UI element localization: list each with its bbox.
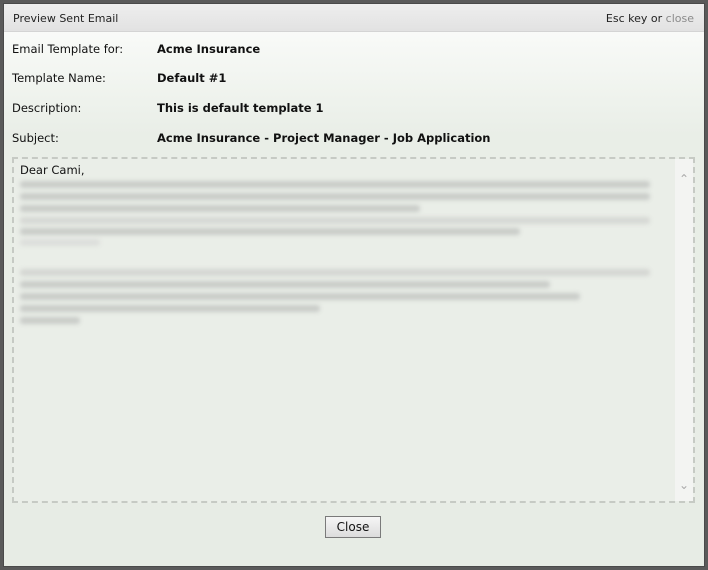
scroll-down-icon[interactable]: ⌄: [675, 477, 693, 493]
email-body-preview[interactable]: Dear Cami, ⌃ ⌄: [12, 157, 695, 503]
close-link[interactable]: close: [666, 12, 694, 25]
redacted-text-line: [20, 305, 320, 312]
redacted-text-line: [20, 217, 650, 224]
dialog-close-hint: Esc key or close: [606, 12, 694, 25]
redacted-text-line: [20, 293, 580, 300]
dialog-title: Preview Sent Email: [13, 12, 119, 25]
redacted-text-line: [20, 269, 650, 276]
field-row-template-name: Template Name: Default #1: [12, 71, 692, 87]
field-row-description: Description: This is default template 1: [12, 101, 692, 117]
body-scrollbar[interactable]: ⌃ ⌄: [675, 159, 693, 501]
template-for-value: Acme Insurance: [157, 42, 261, 56]
template-name-value: Default #1: [157, 71, 227, 85]
esc-hint-text: Esc key or: [605, 12, 666, 25]
redacted-text-line: [20, 193, 650, 200]
dialog-titlebar: Preview Sent Email Esc key or close: [4, 4, 704, 32]
preview-email-dialog: Preview Sent Email Esc key or close Emai…: [3, 3, 705, 567]
subject-label: Subject:: [12, 131, 59, 145]
template-for-label: Email Template for:: [12, 42, 124, 56]
redacted-text-line: [20, 281, 550, 288]
description-label: Description:: [12, 101, 82, 115]
redacted-text-line: [20, 239, 100, 246]
email-salutation: Dear Cami,: [20, 163, 85, 177]
scroll-up-icon[interactable]: ⌃: [675, 171, 693, 187]
template-name-label: Template Name:: [12, 71, 106, 85]
description-value: This is default template 1: [157, 101, 324, 115]
subject-value: Acme Insurance - Project Manager - Job A…: [157, 131, 491, 145]
redacted-text-line: [20, 228, 520, 235]
close-button[interactable]: Close: [325, 516, 381, 538]
field-row-subject: Subject: Acme Insurance - Project Manage…: [12, 131, 692, 147]
redacted-text-line: [20, 181, 650, 188]
field-row-template-for: Email Template for: Acme Insurance: [12, 42, 692, 58]
redacted-text-line: [20, 205, 420, 212]
redacted-text-line: [20, 317, 80, 324]
